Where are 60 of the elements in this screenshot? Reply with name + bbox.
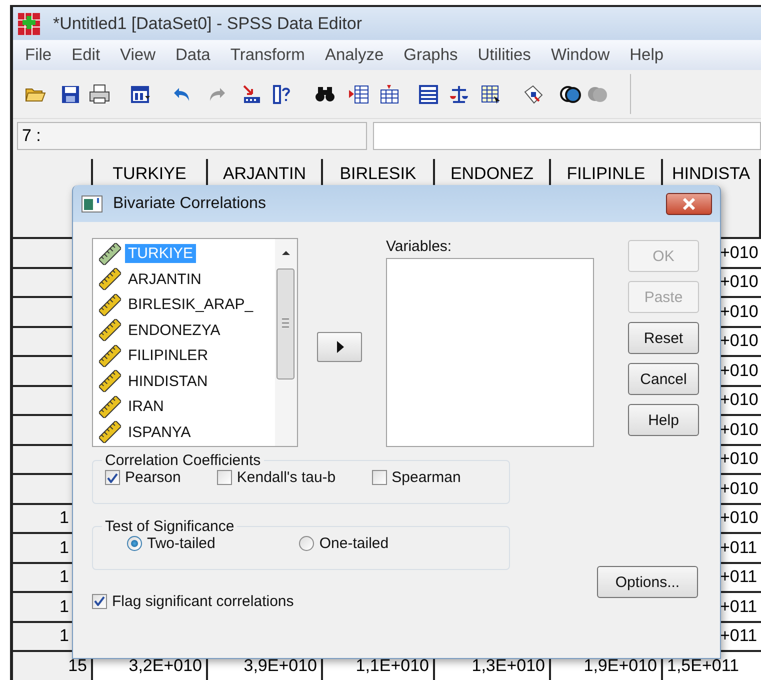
menu-item[interactable]: Transform xyxy=(220,46,315,64)
variable-list[interactable]: TURKIYE ARJANTIN BIRLESIK_ARAP_ ENDONEZYA FILIPINLER HINDISTAN IRAN ISPANYA xyxy=(92,238,298,447)
spreadsheet-plus-icon xyxy=(17,12,41,36)
checkbox[interactable]: Flag significant correlations xyxy=(92,590,294,612)
list-item[interactable]: ISPANYA xyxy=(99,420,275,445)
list-item[interactable]: BIRLESIK_ARAP_ xyxy=(99,292,275,318)
menu-item[interactable]: Window xyxy=(540,46,620,64)
window-title: *Untitled1 [DataSet0] - SPSS Data Editor xyxy=(53,14,362,34)
variable-help-icon[interactable] xyxy=(272,84,293,104)
save-icon[interactable] xyxy=(60,84,81,104)
print-icon[interactable] xyxy=(89,84,110,104)
list-item[interactable]: ARJANTIN xyxy=(99,266,275,292)
menu-item[interactable]: Data xyxy=(166,46,220,64)
go-to-case-icon[interactable] xyxy=(241,84,262,104)
radio-button[interactable] xyxy=(127,536,142,551)
checkbox[interactable]: Kendall's tau-b xyxy=(216,469,336,486)
dialog-button[interactable]: Reset xyxy=(628,322,699,354)
dialog-button[interactable]: Help xyxy=(628,404,699,436)
tag-icon[interactable] xyxy=(523,84,544,104)
close-button[interactable] xyxy=(666,192,712,214)
list-item[interactable]: FILIPINLER xyxy=(99,343,275,368)
scrollbar[interactable] xyxy=(275,239,297,446)
checkmark-icon xyxy=(94,596,105,606)
group-title: Correlation Coefficients xyxy=(104,452,262,469)
options-button[interactable]: Options... xyxy=(597,566,698,598)
dialog-button[interactable]: Cancel xyxy=(628,363,699,395)
scales-icon[interactable] xyxy=(449,84,470,104)
dialog-window-icon[interactable] xyxy=(130,84,151,104)
list-item[interactable]: IRAN xyxy=(99,394,275,420)
dialog-title: Bivariate Correlations xyxy=(113,194,266,212)
radio-label: Two-tailed xyxy=(147,535,216,552)
right-triangle-icon xyxy=(336,341,344,353)
menu-item[interactable]: Edit xyxy=(62,46,110,64)
variables-list[interactable] xyxy=(386,258,594,447)
cell-reference: 7 : xyxy=(17,122,367,150)
move-button[interactable] xyxy=(317,332,362,362)
close-icon xyxy=(682,198,696,210)
overlapping-circles-icon[interactable] xyxy=(560,84,581,104)
menu-item[interactable]: Utilities xyxy=(468,46,541,64)
split-grid-icon[interactable] xyxy=(418,84,439,104)
menu-item[interactable]: File xyxy=(15,46,62,64)
menu-item[interactable]: Graphs xyxy=(394,46,468,64)
checkbox[interactable]: Pearson xyxy=(105,469,181,486)
group-title: Test of Significance xyxy=(104,518,236,535)
variables-label: Variables: xyxy=(386,238,453,257)
list-item[interactable]: HINDISTAN xyxy=(99,368,275,394)
radio-button[interactable] xyxy=(299,536,314,551)
insert-cases-icon[interactable] xyxy=(348,84,369,104)
menu-item[interactable]: Analyze xyxy=(314,46,394,64)
menu-item[interactable]: Help xyxy=(620,46,674,64)
list-item[interactable]: ENDONEZYA xyxy=(99,318,275,343)
select-cases-icon[interactable] xyxy=(480,84,501,104)
checkbox[interactable]: Spearman xyxy=(372,469,461,486)
checkmark-icon xyxy=(107,472,118,482)
radio-label: One-tailed xyxy=(319,535,389,552)
insert-variable-icon[interactable] xyxy=(379,84,400,104)
menu-item[interactable]: View xyxy=(110,46,166,64)
row-header[interactable]: 15 xyxy=(13,650,93,680)
cell-editor-field[interactable] xyxy=(373,122,761,150)
dialog-window-icon xyxy=(81,194,103,212)
